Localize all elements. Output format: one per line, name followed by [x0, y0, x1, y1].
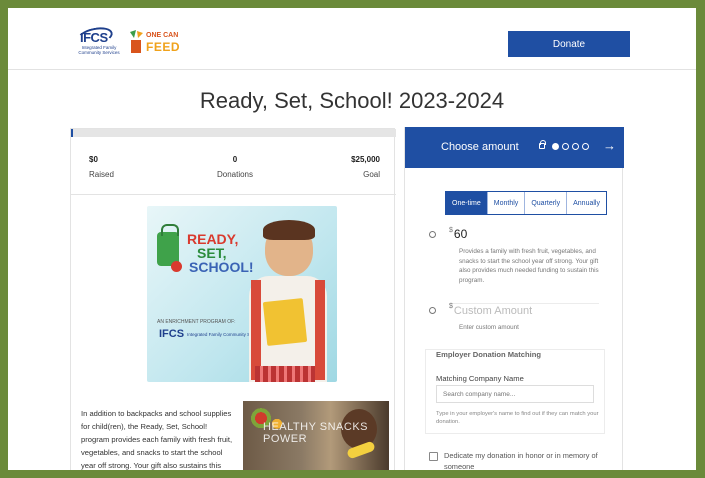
- custom-amount-input[interactable]: $Custom Amount: [449, 303, 532, 317]
- custom-amount-helper: Enter custom amount: [459, 324, 519, 331]
- child-hair: [263, 220, 315, 240]
- choose-amount-header: Choose amount →: [405, 127, 624, 168]
- amount-radio-60[interactable]: [429, 231, 436, 238]
- tab-annually[interactable]: Annually: [567, 192, 606, 214]
- ready-set-school-hero-image: READY, SET, SCHOOL! AN ENRICHMENT PROGRA…: [147, 206, 337, 382]
- employer-matching-help: Type in your employer's name to find out…: [436, 411, 599, 425]
- donations-value: 0: [232, 155, 238, 164]
- choose-amount-label: Choose amount: [441, 141, 519, 153]
- campaign-card: $0 Raised 0 Donations $25,000 Goal READY…: [70, 128, 396, 470]
- step-indicator: [552, 143, 589, 150]
- step-dot-1: [552, 143, 559, 150]
- frequency-tabs: One-time Monthly Quarterly Annually: [445, 191, 607, 215]
- site-header: IFCS Integrated Family Community Service…: [8, 8, 696, 70]
- plaid-skirt: [255, 366, 315, 382]
- tab-quarterly[interactable]: Quarterly: [525, 192, 568, 214]
- donations-label: Donations: [216, 170, 254, 179]
- amount-value: $60: [449, 227, 468, 241]
- amount-option-60[interactable]: $60 Provides a family with fresh fruit, …: [429, 227, 599, 297]
- stat-donations: 0 Donations: [215, 155, 255, 179]
- stat-raised: $0 Raised: [89, 155, 114, 179]
- donation-form: Choose amount → One-time Monthly Quarter…: [404, 127, 624, 470]
- backpack-strap: [315, 280, 325, 380]
- browser-viewport: IFCS Integrated Family Community Service…: [8, 8, 696, 470]
- dedicate-label: Dedicate my donation in honor or in memo…: [444, 451, 598, 470]
- amount-description: Provides a family with fresh fruit, vege…: [459, 248, 599, 284]
- step-dot-4: [582, 143, 589, 150]
- goal-label: Goal: [363, 170, 380, 179]
- one-can-feed-logo[interactable]: ONE CAN FEED: [128, 28, 188, 58]
- tab-one-time[interactable]: One-time: [446, 192, 488, 214]
- page-title: Ready, Set, School! 2023-2024: [199, 88, 505, 113]
- raised-value: $0: [89, 155, 98, 164]
- amount-option-custom[interactable]: $Custom Amount Enter custom amount: [429, 303, 599, 343]
- apple-icon: [171, 261, 182, 272]
- campaign-stats: $0 Raised 0 Donations $25,000 Goal: [71, 137, 396, 195]
- healthy-snacks-image: HEALTHY SNACKS POWER: [243, 401, 389, 470]
- employer-matching-title: Employer Donation Matching: [436, 350, 542, 359]
- one-can-feed-mark-icon: [130, 30, 143, 53]
- campaign-description: In addition to backpacks and school supp…: [81, 409, 233, 470]
- company-search-input[interactable]: [436, 385, 594, 403]
- employer-matching-section: Employer Donation Matching Matching Comp…: [425, 349, 605, 434]
- goal-value: $25,000: [351, 155, 380, 164]
- amount-radio-custom[interactable]: [429, 307, 436, 314]
- ifcs-logo[interactable]: IFCS Integrated Family Community Service…: [74, 24, 120, 58]
- step-dot-2: [562, 143, 569, 150]
- dedicate-checkbox[interactable]: [429, 452, 438, 461]
- next-arrow-icon[interactable]: →: [603, 138, 616, 153]
- progress-track: [71, 129, 396, 137]
- lock-icon: [539, 140, 546, 149]
- backpack-strap: [251, 280, 261, 380]
- stat-goal: $25,000 Goal: [351, 155, 380, 179]
- raised-label: Raised: [89, 170, 114, 179]
- tab-monthly[interactable]: Monthly: [487, 192, 526, 214]
- enrichment-caption: AN ENRICHMENT PROGRAM OF:: [157, 319, 236, 325]
- healthy-snacks-text: HEALTHY SNACKS POWER: [263, 421, 369, 445]
- book-icon: [262, 298, 308, 346]
- matching-company-label: Matching Company Name: [436, 374, 524, 383]
- step-dot-3: [572, 143, 579, 150]
- hero-headline: READY, SET, SCHOOL!: [187, 231, 254, 275]
- donate-button[interactable]: Donate: [508, 31, 630, 57]
- progress-fill: [71, 129, 73, 137]
